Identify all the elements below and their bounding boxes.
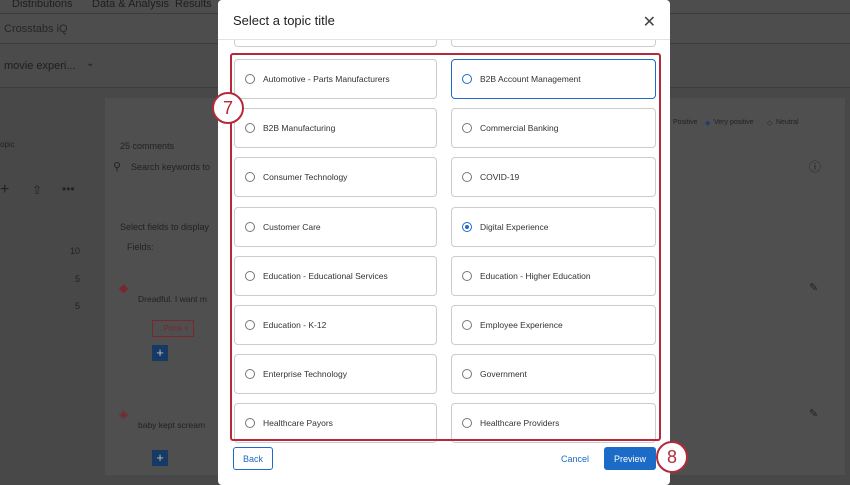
add-icon[interactable]: + — [0, 181, 9, 199]
radio-icon[interactable] — [462, 369, 472, 380]
tab-distributions[interactable]: Distributions — [12, 0, 73, 10]
topic-option[interactable]: Healthcare Payors — [234, 403, 437, 444]
edit-icon[interactable]: ✎ — [809, 281, 818, 294]
add-topic-button[interactable]: + — [152, 345, 168, 361]
tab-data-analysis[interactable]: Data & Analysis — [92, 0, 169, 10]
tab-results[interactable]: Results — [175, 0, 212, 10]
radio-icon[interactable] — [462, 74, 472, 84]
select-fields-label: Select fields to display — [120, 222, 210, 232]
topic-option[interactable]: B2B Manufacturing — [234, 108, 437, 149]
radio-icon[interactable] — [462, 270, 472, 281]
topic-option[interactable]: B2B Account Management — [451, 59, 656, 99]
topic-option-label: Consumer Technology — [263, 172, 348, 183]
negative-icon: ◈ — [119, 407, 129, 421]
legend-positive: Positive — [673, 119, 698, 126]
topic-option-label: Commercial Banking — [480, 123, 559, 134]
topic-option[interactable]: Education - Educational Services — [234, 255, 437, 296]
radio-icon[interactable] — [245, 369, 255, 380]
neutral-icon: ◇ — [767, 120, 773, 127]
topic-option[interactable]: Automotive - Parts Manufacturers — [234, 59, 437, 99]
count: 5 — [75, 274, 81, 284]
close-icon[interactable]: ✕ — [643, 12, 656, 32]
count: 10 — [70, 246, 81, 256]
upload-icon[interactable]: ⇧ — [32, 183, 42, 197]
count: 5 — [75, 301, 81, 311]
topic-option[interactable]: Employee Experience — [451, 305, 656, 345]
tab-crosstabs[interactable]: Crosstabs iQ — [4, 23, 68, 35]
radio-icon[interactable] — [462, 418, 472, 429]
annotation-step-8: 8 — [656, 441, 688, 473]
topic-option[interactable]: Commercial Banking — [451, 108, 656, 149]
topic-option[interactable]: Education - Higher Education — [451, 255, 656, 296]
fields-dropdown[interactable]: Fields: — [127, 242, 154, 252]
annotation-step-7: 7 — [212, 92, 244, 124]
option-partial[interactable] — [234, 40, 437, 47]
add-topic-button[interactable]: + — [152, 450, 168, 466]
radio-icon[interactable] — [245, 418, 255, 429]
topic-option-label: Automotive - Parts Manufacturers — [263, 74, 390, 84]
topic-option[interactable]: Consumer Technology — [234, 157, 437, 198]
radio-icon[interactable] — [462, 320, 472, 330]
option-partial[interactable] — [451, 40, 656, 47]
topic-option-label: Government — [480, 369, 527, 380]
topic-option[interactable]: Government — [451, 354, 656, 395]
back-button[interactable]: Back — [233, 447, 273, 470]
chevron-down-icon: ⌄ — [86, 58, 95, 69]
very-positive-icon: ◆ — [705, 120, 711, 127]
left-label: opic — [0, 140, 15, 149]
topic-tag[interactable]: ...Price × — [152, 320, 194, 337]
radio-icon[interactable] — [462, 123, 472, 134]
topic-option-label: COVID-19 — [480, 172, 520, 183]
info-icon[interactable]: ⓘ — [809, 158, 821, 175]
radio-icon[interactable] — [245, 221, 255, 232]
dialog-title: Select a topic title — [233, 13, 335, 28]
radio-icon[interactable] — [245, 172, 255, 183]
topic-option-label: B2B Manufacturing — [263, 123, 336, 134]
select-topic-dialog: Select a topic title ✕ Automotive - Part… — [218, 0, 670, 485]
comment-text: Dreadful. I want m — [138, 294, 207, 304]
radio-icon[interactable] — [245, 123, 255, 134]
edit-icon[interactable]: ✎ — [809, 407, 818, 420]
topic-option[interactable]: COVID-19 — [451, 157, 656, 198]
radio-icon[interactable] — [245, 270, 255, 281]
topic-option[interactable]: Enterprise Technology — [234, 354, 437, 395]
topic-option-label: Digital Experience — [480, 221, 549, 232]
cancel-button[interactable]: Cancel — [558, 447, 592, 470]
very-negative-icon: ◆ — [119, 281, 129, 295]
topic-option[interactable]: Education - K-12 — [234, 305, 437, 345]
search-icon: ⚲ — [113, 161, 122, 173]
topic-option-label: Healthcare Payors — [263, 418, 333, 429]
topic-option-label: Healthcare Providers — [480, 418, 560, 429]
comments-count: 25 comments — [120, 141, 175, 151]
comment-text: baby kept scream — [138, 420, 206, 430]
topic-option[interactable]: Digital Experience — [451, 206, 656, 247]
legend-neutral: Neutral — [776, 119, 799, 126]
topic-option-label: Education - Higher Education — [480, 270, 591, 281]
topic-option[interactable]: Healthcare Providers — [451, 403, 656, 444]
radio-icon[interactable] — [245, 74, 255, 84]
topic-option-label: B2B Account Management — [480, 74, 581, 84]
topic-option-label: Education - Educational Services — [263, 270, 388, 281]
search-input[interactable]: Search keywords to — [131, 162, 210, 172]
radio-icon[interactable] — [245, 320, 255, 330]
topic-option-label: Employee Experience — [480, 320, 563, 330]
dataset-dropdown[interactable]: movie experi... — [4, 60, 76, 72]
radio-icon[interactable] — [462, 172, 472, 183]
preview-button[interactable]: Preview — [604, 447, 656, 470]
topic-option-label: Education - K-12 — [263, 320, 327, 330]
more-icon[interactable]: ••• — [62, 182, 75, 196]
topic-option[interactable]: Customer Care — [234, 206, 437, 247]
topic-option-label: Customer Care — [263, 221, 321, 232]
topic-option-label: Enterprise Technology — [263, 369, 347, 380]
radio-checked-icon[interactable] — [462, 221, 472, 232]
legend-very-positive: Very positive — [714, 119, 754, 126]
